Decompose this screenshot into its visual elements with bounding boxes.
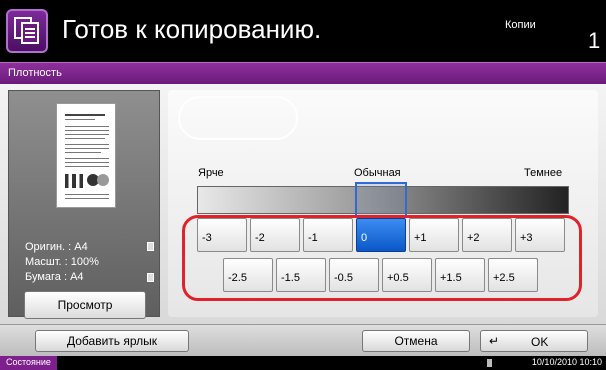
main-area: Оригин. : A4 Масшт. : 100% Бумага : A4 П… (0, 84, 606, 324)
ok-button[interactable]: ↵ OK (480, 330, 588, 352)
cancel-button[interactable]: Отмена (362, 330, 470, 352)
density-step-button[interactable]: -3 (197, 218, 247, 252)
mode-label: Копии (505, 19, 536, 31)
status-bar: Состояние 10/10/2010 10:10 (0, 356, 606, 370)
density-step-button[interactable]: -2.5 (223, 258, 273, 292)
message-bubble (178, 96, 298, 140)
add-label-button[interactable]: Добавить ярлык (35, 330, 189, 352)
preview-panel: Оригин. : A4 Масшт. : 100% Бумага : A4 П… (8, 90, 160, 319)
lighter-label: Ярче (198, 167, 224, 179)
enter-icon: ↵ (489, 334, 500, 348)
density-step-button[interactable]: -1.5 (276, 258, 326, 292)
original-size-info: Оригин. : A4 (25, 241, 88, 253)
density-current-marker (355, 182, 407, 215)
header-bar: Готов к копированию. Копии 1 (0, 0, 606, 62)
density-panel: Ярче Обычная Темнее -3 -2 -1 0 +1 +2 +3 -2.5 -1.… (168, 90, 598, 317)
status-button[interactable]: Состояние (0, 356, 57, 370)
memory-icon (487, 359, 492, 367)
density-step-button[interactable]: +2.5 (488, 258, 538, 292)
footer-bar: Добавить ярлык Отмена ↵ OK (0, 324, 606, 356)
paper-icon (147, 273, 154, 282)
section-title-bar: Плотность (0, 62, 606, 84)
normal-label: Обычная (354, 167, 401, 179)
page-title: Готов к копированию. (62, 14, 322, 44)
preview-button[interactable]: Просмотр (24, 291, 146, 319)
density-step-button[interactable]: +1.5 (435, 258, 485, 292)
copy-count: 1 (588, 28, 601, 53)
density-step-button[interactable]: 0 (356, 218, 406, 252)
density-step-button[interactable]: +1 (409, 218, 459, 252)
density-step-button[interactable]: +0.5 (382, 258, 432, 292)
density-step-button[interactable]: +2 (462, 218, 512, 252)
original-orientation-icon (147, 242, 154, 251)
density-step-button[interactable]: -2 (250, 218, 300, 252)
density-step-button[interactable]: -1 (303, 218, 353, 252)
document-thumbnail (56, 103, 116, 208)
section-title: Плотность (8, 67, 62, 79)
copy-icon (6, 9, 48, 53)
density-step-button[interactable]: +3 (515, 218, 565, 252)
density-step-button[interactable]: -0.5 (329, 258, 379, 292)
paper-size-info: Бумага : A4 (25, 271, 84, 283)
darker-label: Темнее (524, 167, 563, 179)
zoom-info: Масшт. : 100% (25, 256, 99, 268)
ok-button-label: OK (531, 335, 549, 349)
status-datetime: 10/10/2010 10:10 (531, 357, 602, 367)
copy-density-screen: Готов к копированию. Копии 1 Плотность О… (0, 0, 606, 370)
